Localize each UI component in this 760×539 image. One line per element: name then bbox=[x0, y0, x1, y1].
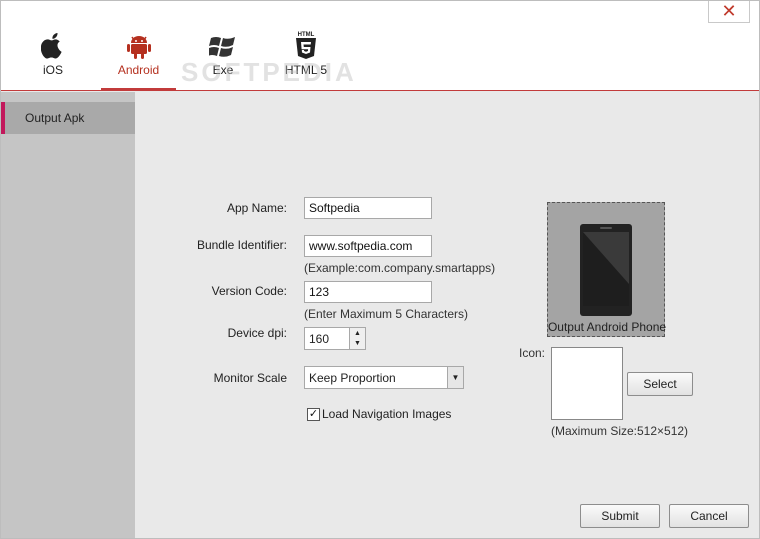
html5-icon: HTML bbox=[296, 32, 316, 59]
phone-caption: Output Android Phone bbox=[547, 320, 667, 334]
version-code-label: Version Code: bbox=[211, 284, 287, 298]
tab-android-label: Android bbox=[117, 63, 160, 77]
android-icon bbox=[126, 36, 151, 59]
monitor-scale-value: Keep Proportion bbox=[309, 371, 396, 385]
tab-html5-label: HTML 5 bbox=[284, 63, 328, 77]
load-navigation-images-checkbox[interactable]: ✓ Load Navigation Images bbox=[307, 407, 451, 421]
stepper-down-button[interactable]: ▼ bbox=[349, 338, 365, 349]
bundle-identifier-label: Bundle Identifier: bbox=[196, 238, 287, 252]
tab-exe[interactable]: Exe bbox=[201, 33, 245, 91]
close-icon: ✕ bbox=[721, 1, 737, 21]
dropdown-button[interactable]: ▼ bbox=[447, 367, 463, 388]
icon-preview-box bbox=[551, 347, 623, 420]
device-dpi-label: Device dpi: bbox=[227, 326, 287, 340]
icon-max-size-hint: (Maximum Size:512×512) bbox=[551, 424, 689, 438]
phone-icon bbox=[580, 224, 632, 316]
app-name-label: App Name: bbox=[226, 201, 287, 215]
check-icon: ✓ bbox=[308, 407, 319, 420]
sidebar-item-label: Output Apk bbox=[25, 111, 85, 125]
close-button[interactable]: ✕ bbox=[708, 1, 750, 23]
sidebar: Output Apk bbox=[1, 92, 135, 538]
tab-exe-label: Exe bbox=[212, 63, 234, 77]
html5-icon-text: HTML bbox=[298, 32, 315, 38]
submit-button[interactable]: Submit bbox=[580, 504, 660, 528]
chevron-down-icon: ▼ bbox=[451, 373, 460, 382]
version-code-input[interactable] bbox=[304, 281, 432, 303]
tab-ios-label: iOS bbox=[42, 63, 63, 77]
select-icon-button[interactable]: Select bbox=[627, 372, 693, 396]
checkbox-box[interactable]: ✓ bbox=[307, 407, 320, 421]
monitor-scale-select[interactable]: Keep Proportion ▼ bbox=[304, 366, 464, 389]
monitor-scale-label: Monitor Scale bbox=[213, 371, 287, 385]
apple-icon bbox=[41, 33, 62, 59]
platform-toolbar: ✕ iOS Android Exe HTML HTML 5 SOFTPEDIA bbox=[1, 1, 759, 91]
tab-html5[interactable]: HTML HTML 5 bbox=[281, 32, 331, 91]
sidebar-item-output-apk[interactable]: Output Apk bbox=[1, 102, 135, 134]
tab-android[interactable]: Android bbox=[101, 33, 176, 91]
android-phone-preview: Output Android Phone bbox=[547, 202, 666, 337]
chevron-down-icon: ▼ bbox=[354, 340, 361, 347]
icon-label: Icon: bbox=[519, 346, 546, 360]
bundle-identifier-hint: (Example:com.company.smartapps) bbox=[304, 261, 496, 275]
bundle-identifier-input[interactable] bbox=[304, 235, 432, 257]
version-code-hint: (Enter Maximum 5 Characters) bbox=[304, 307, 469, 321]
app-window: ✕ iOS Android Exe HTML HTML 5 SOFTPEDIA … bbox=[0, 0, 760, 539]
app-name-input[interactable] bbox=[304, 197, 432, 219]
device-dpi-stepper[interactable]: 160 ▲ ▼ bbox=[304, 327, 366, 350]
device-dpi-value: 160 bbox=[309, 332, 330, 346]
chevron-up-icon: ▲ bbox=[354, 330, 361, 337]
tab-ios[interactable]: iOS bbox=[31, 33, 75, 91]
windows-icon bbox=[209, 37, 235, 57]
cancel-button[interactable]: Cancel bbox=[669, 504, 749, 528]
load-navigation-images-label: Load Navigation Images bbox=[322, 407, 452, 421]
